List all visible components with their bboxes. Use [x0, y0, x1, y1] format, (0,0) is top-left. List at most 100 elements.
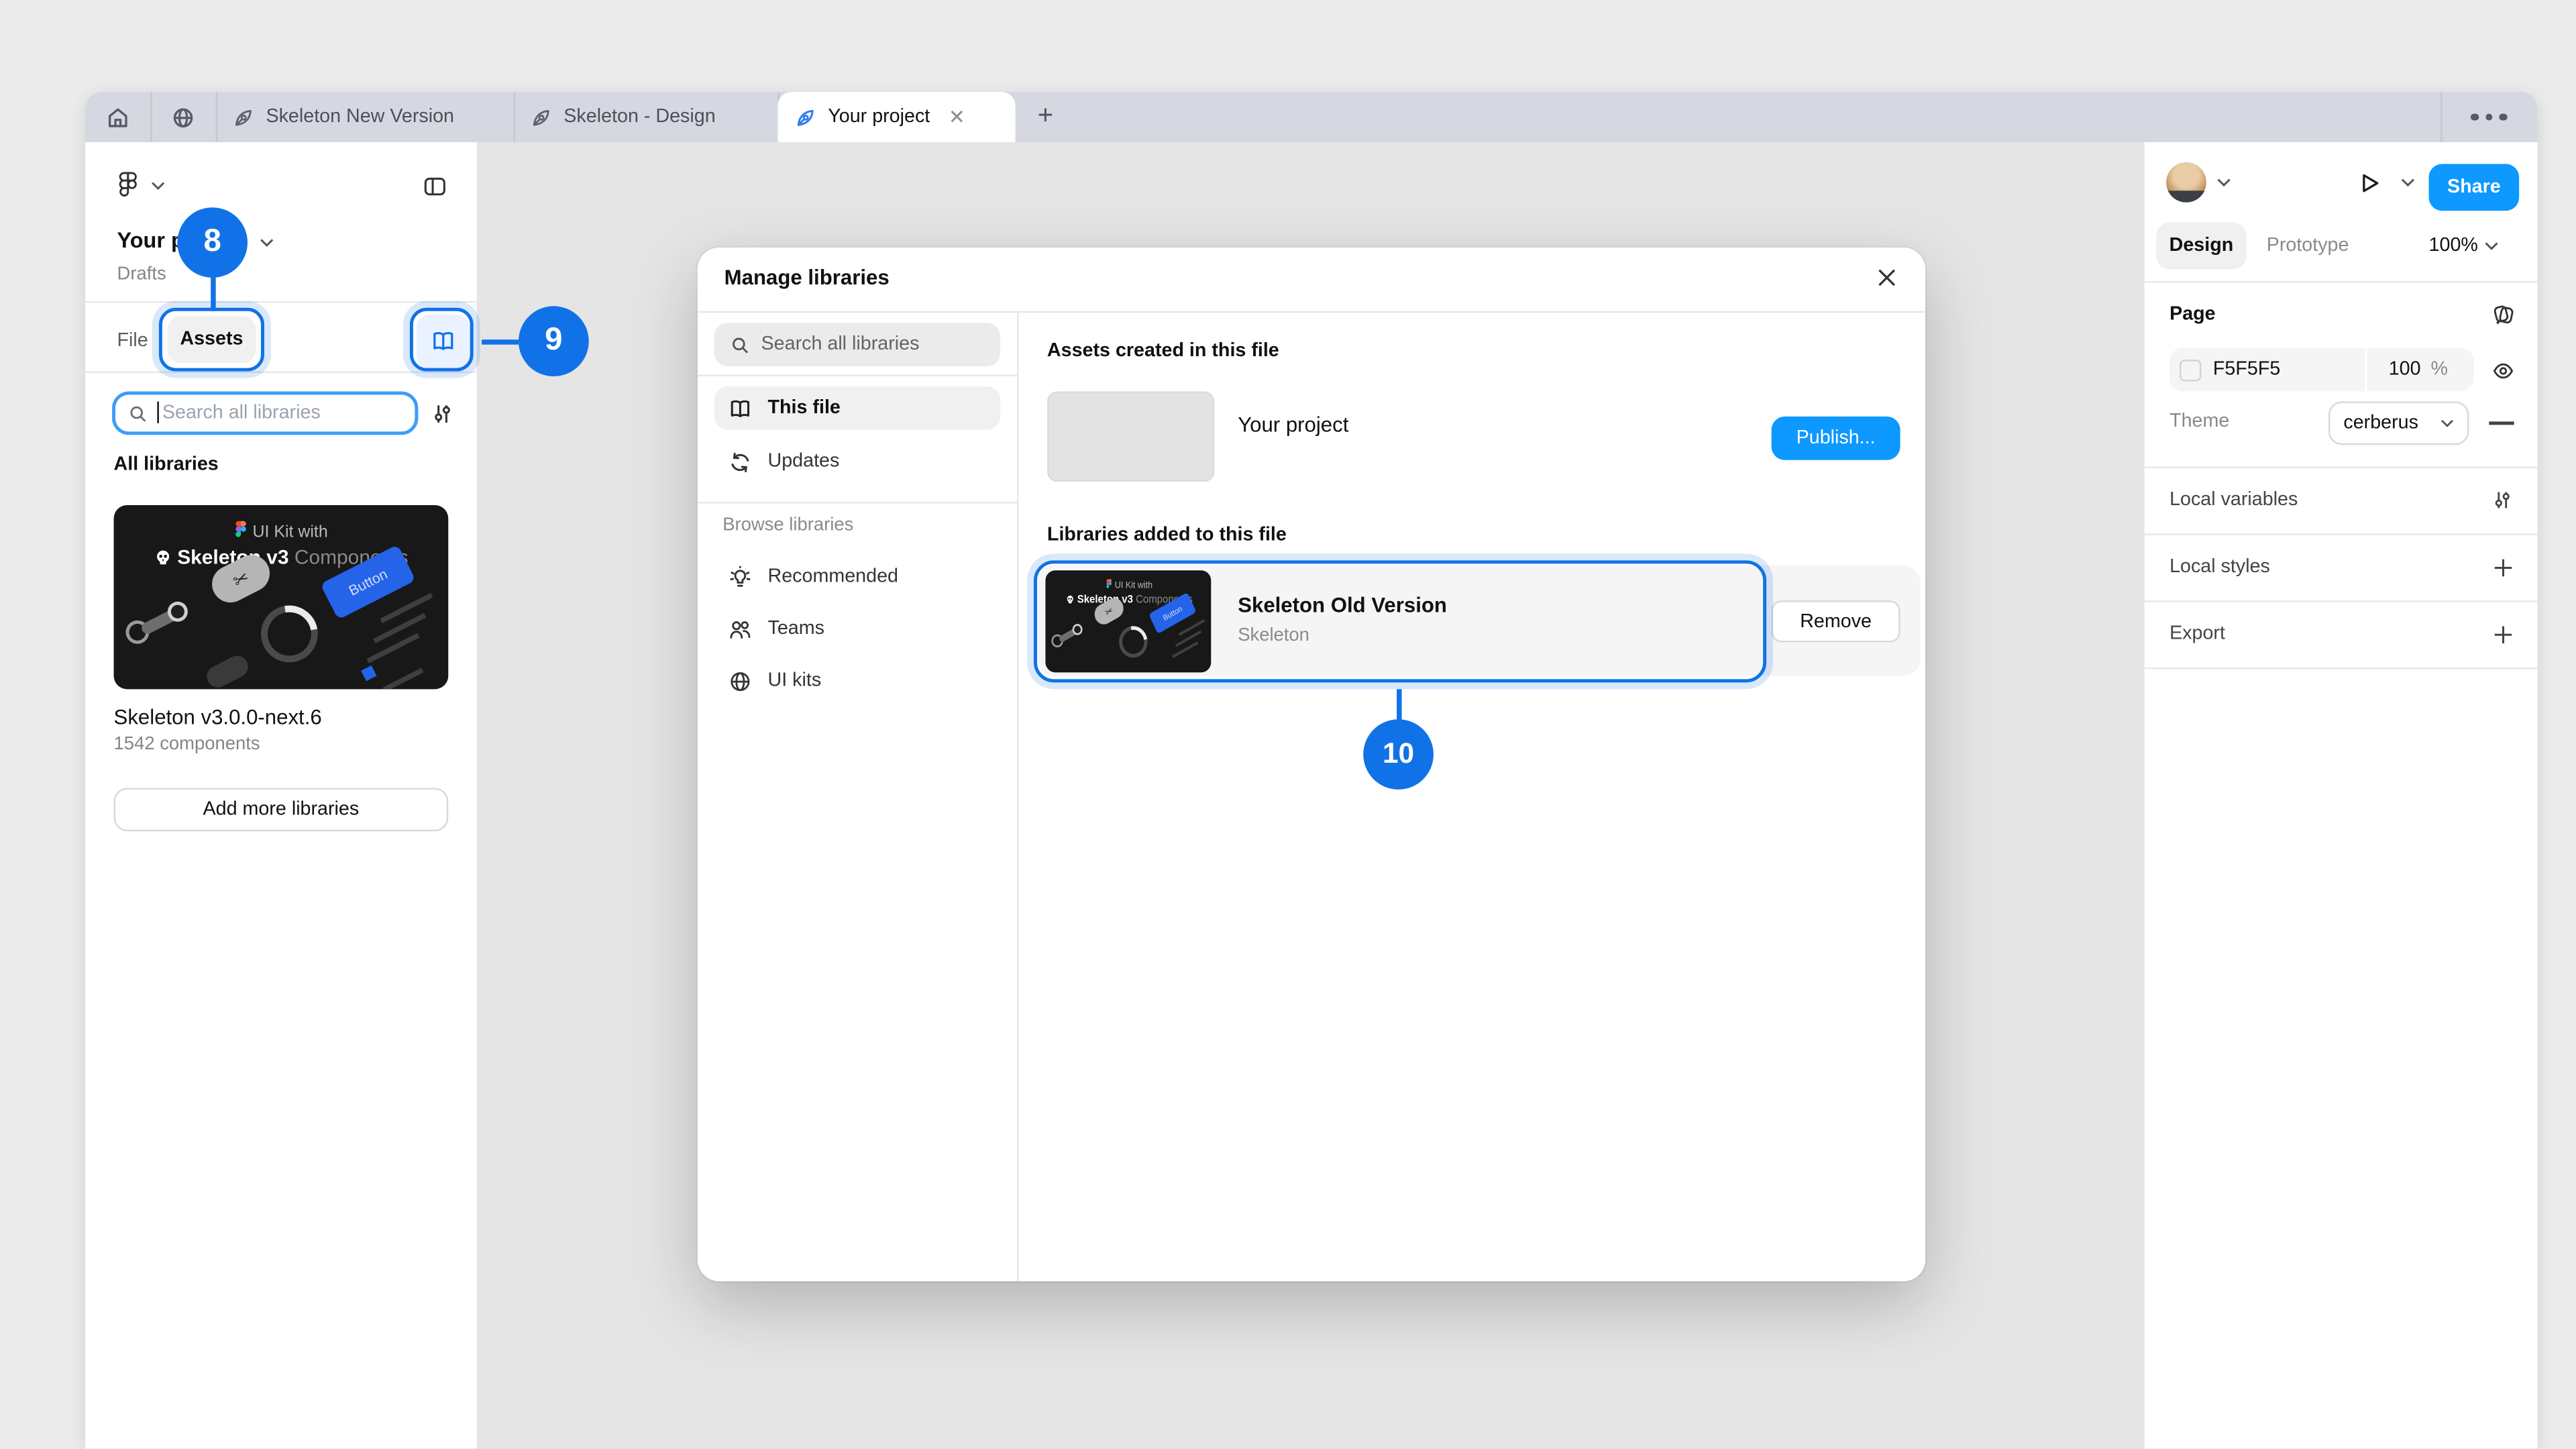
assets-created-heading: Assets created in this file — [1047, 341, 1279, 362]
search-icon — [127, 403, 149, 425]
nav-recommended[interactable]: Recommended — [714, 555, 1000, 599]
tab-assets[interactable]: Assets — [167, 316, 256, 363]
theme-value: cerberus — [2343, 413, 2418, 433]
toggle-visibility-button[interactable] — [2487, 355, 2518, 385]
divider — [2145, 667, 2538, 669]
browser-button[interactable] — [150, 92, 215, 142]
filter-button[interactable] — [427, 398, 457, 428]
color-hex-value[interactable]: F5F5F5 — [2213, 360, 2280, 380]
close-dialog-button[interactable] — [1872, 262, 1902, 292]
page-presets-button[interactable] — [2487, 299, 2518, 329]
nav-label: Updates — [768, 451, 840, 472]
library-card-subtitle: 1542 components — [114, 735, 260, 755]
divider — [1017, 311, 1018, 1281]
dialog-search-input[interactable] — [714, 323, 1000, 366]
skull-icon — [1065, 594, 1075, 604]
nav-label: Recommended — [768, 567, 898, 587]
nav-teams[interactable]: Teams — [714, 607, 1000, 651]
annotation-badge-10: 10 — [1363, 719, 1434, 790]
thumbnail-art: UI Kit with Skeleton v3 Components ✂ But… — [1045, 570, 1211, 672]
spinner-component — [250, 594, 329, 674]
left-sidebar: Your project Drafts File Assets All libr… — [85, 142, 476, 1448]
remove-theme-button[interactable] — [2489, 421, 2514, 425]
avatar[interactable] — [2166, 162, 2206, 203]
ellipsis-icon — [2471, 113, 2508, 121]
page-color-row: F5F5F5 100 % — [2169, 348, 2474, 392]
opacity-value[interactable]: 100 — [2389, 360, 2421, 380]
divider — [2145, 467, 2538, 468]
lightbulb-icon — [728, 565, 753, 590]
nav-ui-kits[interactable]: UI kits — [714, 659, 1000, 702]
tab-label: Skeleton New Version — [266, 107, 454, 127]
color-swatch[interactable] — [2180, 359, 2201, 380]
add-style-button[interactable] — [2487, 552, 2518, 582]
thumb-line1: UI Kit with — [1045, 579, 1211, 591]
divider — [698, 375, 1017, 376]
home-button[interactable] — [92, 92, 144, 142]
add-export-button[interactable] — [2487, 619, 2518, 649]
chevron-down-icon[interactable] — [2400, 177, 2415, 187]
globe-icon — [728, 668, 753, 693]
add-more-libraries-button[interactable]: Add more libraries — [114, 788, 449, 831]
eye-icon — [2490, 357, 2515, 382]
divider — [2145, 600, 2538, 602]
right-panel: Share Design Prototype 100% Page F5F5F5 — [2145, 142, 2538, 1448]
panel-left-icon — [421, 173, 448, 198]
window-menu-button[interactable] — [2440, 92, 2538, 142]
plus-icon — [2491, 623, 2513, 645]
nav-label: This file — [768, 398, 841, 418]
page-opacity-field[interactable]: 100 % — [2367, 348, 2474, 392]
tab-skeleton-new-version[interactable]: Skeleton New Version — [216, 92, 514, 142]
toggle-component — [121, 594, 199, 651]
publish-button[interactable]: Publish... — [1772, 417, 1900, 460]
tab-skeleton-design[interactable]: Skeleton - Design — [514, 92, 778, 142]
share-button[interactable]: Share — [2429, 164, 2520, 211]
zoom-level[interactable]: 100% — [2429, 236, 2478, 256]
page-color-field[interactable]: F5F5F5 — [2169, 348, 2365, 392]
remove-library-button[interactable]: Remove — [1772, 600, 1900, 642]
libraries-button[interactable] — [417, 315, 470, 368]
nav-updates[interactable]: Updates — [714, 440, 1000, 484]
close-tab-icon[interactable]: ✕ — [949, 105, 965, 129]
library-card-thumbnail[interactable]: UI Kit with Skeleton v3 Components ✂ But… — [114, 505, 449, 689]
tab-prototype[interactable]: Prototype — [2267, 236, 2349, 256]
figma-menu-button[interactable] — [111, 166, 144, 203]
divider — [85, 301, 476, 303]
chevron-down-icon[interactable] — [2216, 177, 2231, 187]
tab-file[interactable]: File — [117, 331, 148, 352]
annotation-badge-9: 9 — [519, 306, 589, 376]
figma-logo-icon — [115, 170, 140, 197]
nav-label: UI kits — [768, 671, 822, 691]
home-icon — [105, 105, 130, 129]
pen-nib-icon — [794, 106, 816, 127]
chevron-down-icon[interactable] — [2484, 241, 2499, 251]
project-thumbnail — [1047, 391, 1214, 482]
annotation-badge-8: 8 — [177, 207, 248, 278]
tab-design[interactable]: Design — [2156, 223, 2247, 270]
library-card-title[interactable]: Skeleton v3.0.0-next.6 — [114, 706, 322, 729]
dialog-project-name: Your project — [1238, 413, 1348, 437]
refresh-icon — [728, 449, 753, 474]
new-tab-button[interactable]: + — [1022, 92, 1069, 142]
divider — [85, 372, 476, 373]
library-team: Skeleton — [1238, 626, 1309, 646]
play-icon — [2356, 170, 2381, 195]
chevron-down-icon[interactable] — [150, 180, 165, 191]
figma-logo-color-icon — [234, 520, 248, 538]
present-button[interactable] — [2352, 166, 2385, 199]
annotation-connector-8 — [210, 272, 215, 311]
figma-app: Skeleton New Version Skeleton - Design Y… — [0, 0, 2576, 1449]
divider — [698, 311, 1925, 313]
file-location[interactable]: Drafts — [117, 264, 166, 284]
toggle-sidebar-button[interactable] — [417, 169, 453, 203]
tab-label: Skeleton - Design — [564, 107, 715, 127]
theme-dropdown[interactable]: cerberus — [2328, 401, 2469, 445]
chevron-down-icon — [2440, 418, 2454, 428]
chevron-down-icon[interactable] — [259, 237, 274, 248]
sliders-icon — [429, 400, 454, 425]
checkbox-dot — [361, 665, 376, 681]
close-icon — [1877, 268, 1897, 288]
tab-your-project[interactable]: Your project ✕ — [777, 92, 1015, 142]
nav-this-file[interactable]: This file — [714, 386, 1000, 430]
open-variables-button[interactable] — [2487, 485, 2518, 515]
